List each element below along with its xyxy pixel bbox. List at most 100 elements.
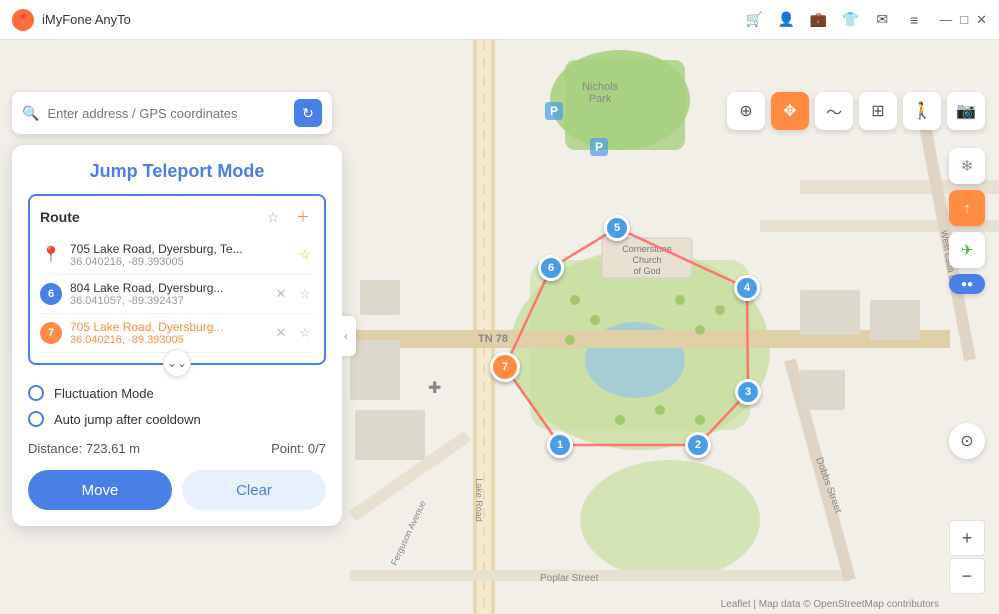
collapse-route-button[interactable]: ⌄⌄ — [163, 349, 191, 377]
search-refresh-button[interactable]: ↻ — [294, 99, 322, 127]
side-panel: Jump Teleport Mode Route ☆ ＋ 📍 705 Lake … — [12, 145, 342, 526]
map-cross-icon: ✚ — [428, 378, 441, 398]
route-item-1: 📍 705 Lake Road, Dyersburg, Te... 36.040… — [40, 236, 314, 275]
autojump-mode-label: Auto jump after cooldown — [54, 412, 201, 427]
route-label: Route — [40, 209, 80, 225]
route-item-3-info: 705 Lake Road, Dyersburg... 36.040216, -… — [70, 320, 264, 346]
route-tool-button[interactable]: 〜 — [815, 92, 853, 130]
route-item-1-actions: ☆ — [296, 246, 314, 264]
svg-text:P: P — [550, 104, 558, 118]
star-route-button[interactable]: ☆ — [262, 206, 284, 228]
move-button[interactable]: Move — [28, 470, 172, 510]
route-item-3: 7 705 Lake Road, Dyersburg... 36.040216,… — [40, 314, 314, 353]
svg-text:TN 78: TN 78 — [478, 333, 508, 345]
route-item-3-close[interactable]: ✕ — [272, 324, 290, 342]
waypoint-1[interactable]: 1 — [547, 432, 573, 458]
fluctuation-mode-radio[interactable] — [28, 385, 44, 401]
search-icon: 🔍 — [22, 105, 39, 122]
cart-icon[interactable]: 🛒 — [745, 11, 763, 29]
point-stat: Point: 0/7 — [271, 441, 326, 456]
map-toolbar: ⊕ ✥ 〜 ⊞ 🚶 📷 — [727, 92, 985, 130]
route-header-icons: ☆ ＋ — [262, 206, 314, 228]
waypoint-7-current[interactable]: 7 — [490, 352, 520, 382]
route-dot-3: 7 — [40, 322, 62, 344]
waypoint-4[interactable]: 4 — [734, 275, 760, 301]
route-item-1-info: 705 Lake Road, Dyersburg, Te... 36.04021… — [70, 242, 288, 268]
menu-icon[interactable]: ≡ — [905, 11, 923, 29]
maximize-button[interactable]: □ — [960, 12, 968, 27]
distance-value: 723.61 m — [86, 441, 140, 456]
fluctuation-mode-label: Fluctuation Mode — [54, 386, 154, 401]
briefcase-icon[interactable]: 💼 — [809, 11, 827, 29]
fluctuation-mode-row: Fluctuation Mode — [28, 385, 326, 401]
distance-stat: Distance: 723.61 m — [28, 441, 140, 456]
svg-text:Cornerstone: Cornerstone — [622, 244, 672, 254]
refresh-icon: ↻ — [302, 105, 314, 122]
location-pin-icon: 📍 — [41, 245, 61, 265]
mail-icon[interactable]: ✉ — [873, 11, 891, 29]
locate-button[interactable]: ⊙ — [949, 423, 985, 459]
route-item-2-info: 804 Lake Road, Dyersburg... 36.041057, -… — [70, 281, 264, 307]
waypoint-2[interactable]: 2 — [685, 432, 711, 458]
map-area[interactable]: TN 78 Poplar Street Bush Street Dobbs St… — [0, 40, 999, 614]
route-item-3-actions: ✕ ☆ — [272, 324, 314, 342]
point-label: Point: — [271, 441, 308, 456]
freeze-button[interactable]: ❄ — [949, 148, 985, 184]
svg-text:Nichols: Nichols — [582, 81, 619, 93]
zoom-out-button[interactable]: − — [949, 558, 985, 594]
right-float-buttons: ❄ ↑ ✈ ●● — [949, 148, 985, 294]
svg-text:Lake Road: Lake Road — [474, 478, 484, 522]
minimize-button[interactable]: — — [939, 12, 952, 27]
search-bar: 🔍 ↻ — [12, 92, 332, 134]
upload-button[interactable]: ↑ — [949, 190, 985, 226]
search-input[interactable] — [47, 106, 286, 121]
waypoint-3[interactable]: 3 — [735, 379, 761, 405]
shirt-icon[interactable]: 👕 — [841, 11, 859, 29]
route-item-2-actions: ✕ ☆ — [272, 285, 314, 303]
title-bar-icons: 🛒 👤 💼 👕 ✉ ≡ — [745, 11, 923, 29]
app-logo: 📍 — [12, 9, 34, 31]
route-item-1-star[interactable]: ☆ — [296, 246, 314, 264]
route-item-3-coords: 36.040216, -89.393005 — [70, 334, 264, 346]
close-button[interactable]: ✕ — [976, 12, 987, 28]
panel-stats: Distance: 723.61 m Point: 0/7 — [28, 441, 326, 456]
route-box: Route ☆ ＋ 📍 705 Lake Road, Dyersburg, Te… — [28, 194, 326, 365]
move-tool-button[interactable]: ✥ — [771, 92, 809, 130]
record-toggle-button[interactable]: ●● — [949, 274, 985, 294]
svg-text:Poplar Street: Poplar Street — [540, 573, 599, 584]
waypoint-6[interactable]: 6 — [538, 255, 564, 281]
zoom-in-button[interactable]: + — [949, 520, 985, 556]
grid-tool-button[interactable]: ⊞ — [859, 92, 897, 130]
person-tool-button[interactable]: 🚶 — [903, 92, 941, 130]
fly-button[interactable]: ✈ — [949, 232, 985, 268]
window-controls: — □ ✕ — [939, 12, 987, 28]
route-header: Route ☆ ＋ — [40, 206, 314, 228]
camera-tool-button[interactable]: 📷 — [947, 92, 985, 130]
route-item-3-name: 705 Lake Road, Dyersburg... — [70, 320, 264, 334]
panel-collapse-button[interactable]: ‹ — [336, 316, 356, 356]
svg-text:Park: Park — [589, 93, 612, 105]
route-item-2-star[interactable]: ☆ — [296, 285, 314, 303]
route-item-2: 6 804 Lake Road, Dyersburg... 36.041057,… — [40, 275, 314, 314]
title-bar: 📍 iMyFone AnyTo 🛒 👤 💼 👕 ✉ ≡ — □ ✕ — [0, 0, 999, 40]
route-item-2-coords: 36.041057, -89.392437 — [70, 295, 264, 307]
autojump-mode-radio[interactable] — [28, 411, 44, 427]
route-item-2-close[interactable]: ✕ — [272, 285, 290, 303]
map-credit: Leaflet | Map data © OpenStreetMap contr… — [721, 599, 939, 610]
waypoint-5[interactable]: 5 — [604, 215, 630, 241]
route-item-1-coords: 36.040216, -89.393005 — [70, 256, 288, 268]
panel-title: Jump Teleport Mode — [28, 161, 326, 182]
svg-text:P: P — [595, 140, 603, 154]
route-item-3-star[interactable]: ☆ — [296, 324, 314, 342]
route-dot-1: 📍 — [40, 244, 62, 266]
crosshair-tool-button[interactable]: ⊕ — [727, 92, 765, 130]
distance-label: Distance: — [28, 441, 86, 456]
clear-button[interactable]: Clear — [182, 470, 326, 510]
user-icon[interactable]: 👤 — [777, 11, 795, 29]
svg-text:of God: of God — [633, 266, 660, 276]
route-dot-2: 6 — [40, 283, 62, 305]
add-route-button[interactable]: ＋ — [292, 206, 314, 228]
zoom-controls: + − — [949, 520, 985, 594]
point-value: 0/7 — [308, 441, 326, 456]
route-item-2-name: 804 Lake Road, Dyersburg... — [70, 281, 264, 295]
